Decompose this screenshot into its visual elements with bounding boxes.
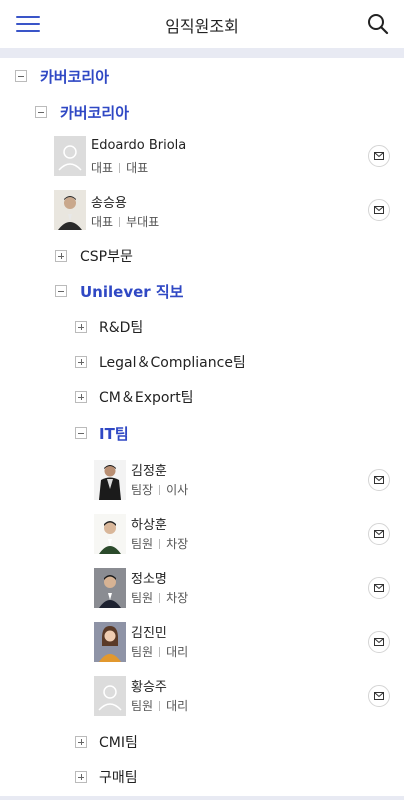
avatar bbox=[94, 514, 126, 554]
expand-icon[interactable] bbox=[75, 356, 87, 368]
collapse-icon[interactable] bbox=[35, 106, 47, 118]
tree-node-label[interactable]: 카버코리아 bbox=[60, 102, 129, 123]
mail-icon[interactable] bbox=[368, 469, 390, 491]
avatar bbox=[94, 622, 126, 662]
tree-node-team[interactable]: R&D팀 bbox=[0, 315, 404, 339]
mail-icon[interactable] bbox=[368, 631, 390, 653]
employee-name: 하상훈 bbox=[131, 518, 167, 533]
mail-icon[interactable] bbox=[368, 685, 390, 707]
avatar-placeholder bbox=[94, 676, 126, 716]
expand-icon[interactable] bbox=[75, 391, 87, 403]
employee-title: 대표 대표 bbox=[91, 161, 149, 175]
collapse-icon[interactable] bbox=[75, 427, 87, 439]
employee-name: 김정훈 bbox=[131, 464, 167, 479]
employee-name: 김진민 bbox=[131, 626, 167, 641]
employee-name: 송승용 bbox=[91, 196, 127, 211]
tree-node-it[interactable]: IT팀 bbox=[0, 421, 404, 445]
tree-node-root[interactable]: 카버코리아 bbox=[0, 64, 404, 88]
expand-icon[interactable] bbox=[75, 321, 87, 333]
tree-node-company[interactable]: 카버코리아 bbox=[0, 100, 404, 124]
avatar bbox=[54, 190, 86, 230]
tree-node-team[interactable]: CM＆Export팀 bbox=[0, 385, 404, 409]
bottom-divider bbox=[0, 796, 404, 800]
avatar-placeholder bbox=[54, 136, 86, 176]
mail-icon[interactable] bbox=[368, 523, 390, 545]
tree-node-label[interactable]: CMI팀 bbox=[99, 732, 138, 752]
tree-node-team[interactable]: Legal＆Compliance팀 bbox=[0, 350, 404, 374]
employee-title: 팀원 차장 bbox=[131, 537, 189, 551]
tree-node-label[interactable]: Unilever 직보 bbox=[80, 281, 184, 302]
employee-row[interactable]: 송승용 대표 부대표 bbox=[0, 190, 404, 232]
tree-node-label[interactable]: CM＆Export팀 bbox=[99, 387, 194, 407]
tree-node-label[interactable]: 카버코리아 bbox=[40, 66, 109, 87]
employee-title: 팀장 이사 bbox=[131, 483, 189, 497]
employee-title: 대표 부대표 bbox=[91, 215, 160, 229]
header-divider bbox=[0, 48, 404, 58]
employee-row[interactable]: Edoardo Briola 대표 대표 bbox=[0, 136, 404, 178]
avatar bbox=[94, 460, 126, 500]
employee-row[interactable]: 김진민 팀원 대리 bbox=[0, 622, 404, 664]
collapse-icon[interactable] bbox=[15, 70, 27, 82]
tree-node-team[interactable]: CMI팀 bbox=[0, 730, 404, 754]
tree-node-label[interactable]: IT팀 bbox=[99, 423, 129, 444]
expand-icon[interactable] bbox=[55, 250, 67, 262]
employee-title: 팀원 대리 bbox=[131, 699, 189, 713]
employee-row[interactable]: 하상훈 팀원 차장 bbox=[0, 514, 404, 556]
search-icon[interactable] bbox=[366, 12, 390, 36]
employee-row[interactable]: 김정훈 팀장 이사 bbox=[0, 460, 404, 502]
tree-node-label[interactable]: 구매팀 bbox=[99, 767, 138, 787]
collapse-icon[interactable] bbox=[55, 285, 67, 297]
tree-node-team[interactable]: 구매팀 bbox=[0, 765, 404, 789]
employee-name: 정소명 bbox=[131, 572, 167, 587]
tree-node-csp[interactable]: CSP부문 bbox=[0, 244, 404, 268]
tree-node-unilever[interactable]: Unilever 직보 bbox=[0, 279, 404, 303]
tree-node-label[interactable]: CSP부문 bbox=[80, 246, 133, 266]
avatar bbox=[94, 568, 126, 608]
employee-row[interactable]: 황승주 팀원 대리 bbox=[0, 676, 404, 718]
page-title: 임직원조회 bbox=[165, 17, 239, 36]
employee-title: 팀원 차장 bbox=[131, 591, 189, 605]
app-header: 임직원조회 bbox=[0, 0, 404, 48]
expand-icon[interactable] bbox=[75, 771, 87, 783]
tree-node-label[interactable]: Legal＆Compliance팀 bbox=[99, 352, 246, 372]
mail-icon[interactable] bbox=[368, 145, 390, 167]
expand-icon[interactable] bbox=[75, 736, 87, 748]
employee-title: 팀원 대리 bbox=[131, 645, 189, 659]
employee-name: 황승주 bbox=[131, 680, 167, 695]
employee-name: Edoardo Briola bbox=[91, 138, 187, 153]
employee-row[interactable]: 정소명 팀원 차장 bbox=[0, 568, 404, 610]
mail-icon[interactable] bbox=[368, 199, 390, 221]
tree-node-label[interactable]: R&D팀 bbox=[99, 317, 143, 337]
mail-icon[interactable] bbox=[368, 577, 390, 599]
